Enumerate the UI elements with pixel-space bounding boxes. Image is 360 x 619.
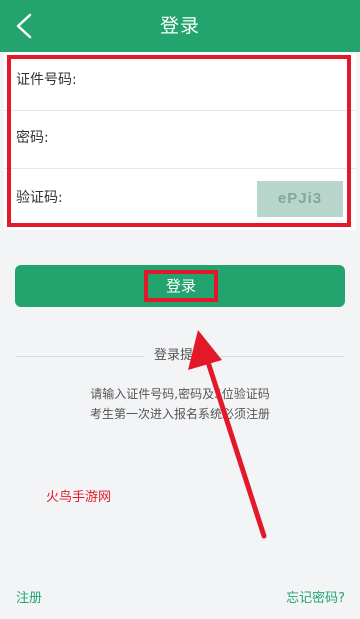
tips-title: 登录提示 [153, 348, 206, 363]
watermark-text: 火鸟手游网 [46, 490, 112, 505]
tips-line-1: 请输入证件号码,密码及5位验证码 [90, 387, 270, 401]
id-number-label: 证件号码: [16, 72, 77, 88]
password-label: 密码: [16, 130, 49, 146]
row-divider [4, 168, 356, 169]
password-row: 密码: [4, 110, 356, 166]
register-link[interactable]: 注册 [16, 587, 42, 606]
tips-line-2: 考生第一次进入报名系统必须注册 [89, 407, 270, 421]
captcha-input[interactable] [92, 182, 246, 216]
password-input[interactable] [92, 122, 256, 156]
captcha-label: 验证码: [16, 190, 63, 206]
app-header: 登录 [0, 0, 360, 52]
page-title: 登录 [159, 15, 200, 37]
id-number-input[interactable] [92, 64, 256, 98]
forgot-password-link[interactable]: 忘记密码? [286, 587, 345, 606]
login-button-label[interactable]: 登录 [144, 270, 218, 302]
captcha-image[interactable]: ePJi3 [257, 181, 343, 217]
id-number-row: 证件号码: [4, 52, 356, 108]
